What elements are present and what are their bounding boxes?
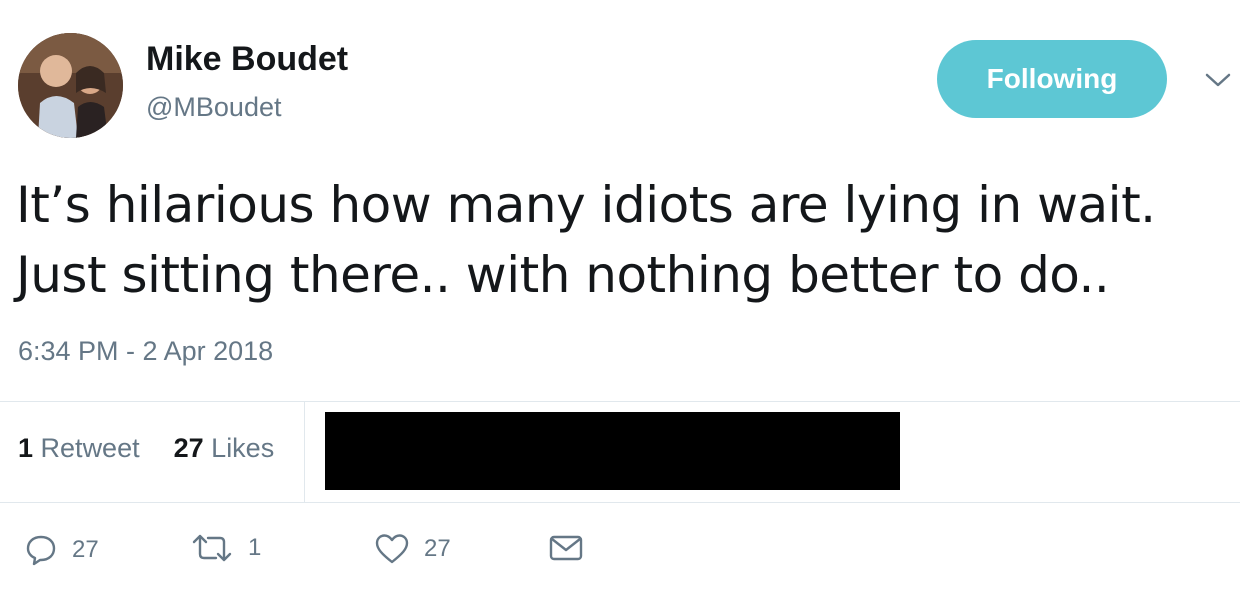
divider (0, 401, 1240, 402)
avatar[interactable] (18, 33, 123, 138)
caret-down-icon[interactable] (1198, 64, 1238, 96)
retweets-count: 1 (18, 433, 34, 463)
redacted-avatars-block (325, 412, 900, 490)
tweet-text-line: It’s hilarious how many idiots are lying… (16, 176, 1156, 234)
likes-stat[interactable]: 27 Likes (174, 433, 275, 464)
reply-count: 27 (72, 536, 99, 563)
vertical-divider (304, 402, 305, 502)
retweet-button[interactable]: 1 (190, 533, 261, 563)
retweet-icon (190, 533, 234, 563)
like-count: 27 (424, 535, 451, 562)
engagement-stats: 1 Retweet 27 Likes (18, 433, 274, 464)
direct-message-button[interactable] (548, 533, 584, 563)
like-icon (374, 533, 410, 565)
divider (0, 502, 1240, 503)
author-name[interactable]: Mike Boudet (146, 40, 348, 79)
reply-button[interactable]: 27 (24, 533, 99, 567)
retweets-stat[interactable]: 1 Retweet (18, 433, 140, 464)
likes-label: Likes (211, 433, 275, 463)
tweet-text: It’s hilarious how many idiots are lying… (16, 170, 1246, 310)
reply-icon (24, 533, 58, 567)
retweets-label: Retweet (40, 433, 140, 463)
tweet-timestamp[interactable]: 6:34 PM - 2 Apr 2018 (18, 336, 273, 367)
following-button[interactable]: Following (937, 40, 1167, 118)
likes-count: 27 (173, 433, 204, 463)
tweet-card: Mike Boudet @MBoudet Following It’s hila… (0, 0, 1255, 600)
like-button[interactable]: 27 (374, 533, 451, 565)
retweet-count: 1 (248, 534, 262, 561)
tweet-text-line: Just sitting there.. with nothing better… (16, 246, 1110, 304)
message-icon (548, 533, 584, 563)
author-handle[interactable]: @MBoudet (146, 92, 281, 123)
